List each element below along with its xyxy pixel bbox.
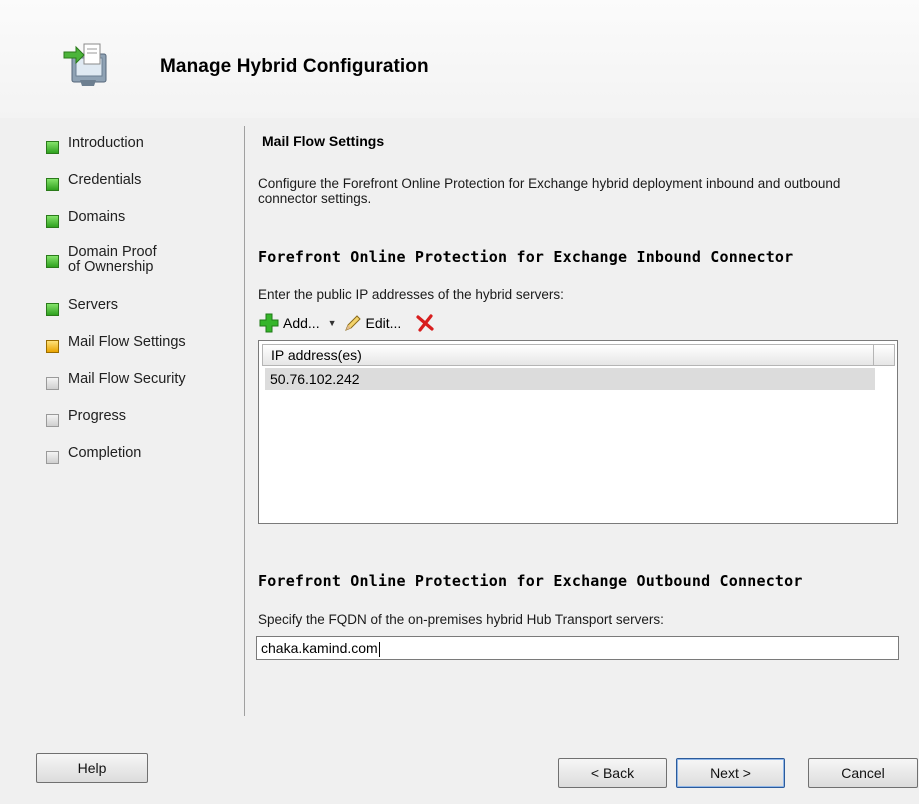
step-label: Introduction bbox=[68, 135, 144, 151]
help-button[interactable]: Help bbox=[36, 753, 148, 783]
step-label: Credentials bbox=[68, 172, 142, 188]
section-description: Configure the Forefront Online Protectio… bbox=[258, 176, 841, 206]
step-current-icon bbox=[46, 340, 59, 353]
step-done-icon bbox=[46, 215, 59, 228]
add-button[interactable]: Add... bbox=[258, 312, 320, 334]
fqdn-value: chaka.kamind.com bbox=[261, 640, 378, 656]
fqdn-input[interactable]: chaka.kamind.com bbox=[256, 636, 899, 660]
text-caret bbox=[378, 641, 380, 657]
column-header-filler bbox=[874, 344, 895, 366]
step-label: Mail Flow Settings bbox=[68, 334, 186, 350]
step-mail-flow-security: Mail Flow Security bbox=[46, 372, 236, 409]
inbound-toolbar: Add... ▼ Edit... bbox=[258, 311, 435, 335]
step-done-icon bbox=[46, 255, 59, 268]
step-introduction: Introduction bbox=[46, 136, 236, 173]
edit-label: Edit... bbox=[365, 315, 402, 331]
step-progress: Progress bbox=[46, 409, 236, 446]
add-icon bbox=[259, 313, 279, 333]
wizard-title: Manage Hybrid Configuration bbox=[160, 56, 429, 77]
add-label: Add... bbox=[283, 315, 320, 331]
step-label: Domains bbox=[68, 209, 126, 225]
back-button[interactable]: < Back bbox=[558, 758, 667, 788]
step-domain-proof-of-ownership: Domain Proof of Ownership bbox=[46, 240, 236, 298]
cancel-button[interactable]: Cancel bbox=[808, 758, 918, 788]
step-pending-icon bbox=[46, 414, 59, 427]
step-done-icon bbox=[46, 178, 59, 191]
pencil-icon bbox=[344, 315, 361, 331]
step-domains: Domains bbox=[46, 210, 236, 240]
add-dropdown-arrow-icon[interactable]: ▼ bbox=[328, 318, 337, 328]
step-label: Progress bbox=[68, 408, 127, 424]
wizard-header bbox=[0, 0, 919, 118]
step-done-icon bbox=[46, 303, 59, 316]
step-mail-flow-settings: Mail Flow Settings bbox=[46, 335, 236, 372]
step-pending-icon bbox=[46, 451, 59, 464]
step-completion: Completion bbox=[46, 446, 236, 483]
inbound-connector-heading: Forefront Online Protection for Exchange… bbox=[258, 248, 794, 266]
outbound-fqdn-label: Specify the FQDN of the on-premises hybr… bbox=[258, 612, 664, 627]
section-title: Mail Flow Settings bbox=[262, 133, 385, 149]
wizard-step-list: Introduction Credentials Domains Domain … bbox=[46, 136, 236, 483]
step-credentials: Credentials bbox=[46, 173, 236, 210]
ip-address-column-header[interactable]: IP address(es) bbox=[262, 344, 874, 366]
inbound-ip-label: Enter the public IP addresses of the hyb… bbox=[258, 287, 564, 302]
step-label: Mail Flow Security bbox=[68, 371, 186, 387]
step-label: Servers bbox=[68, 297, 118, 313]
delete-icon[interactable] bbox=[415, 313, 435, 333]
list-item[interactable]: 50.76.102.242 bbox=[265, 368, 875, 390]
outbound-connector-heading: Forefront Online Protection for Exchange… bbox=[258, 572, 803, 590]
edit-button[interactable]: Edit... bbox=[343, 313, 402, 333]
step-servers: Servers bbox=[46, 298, 236, 335]
panel-divider bbox=[244, 126, 245, 716]
next-button[interactable]: Next > bbox=[676, 758, 785, 788]
hybrid-configuration-icon bbox=[63, 43, 107, 86]
ip-address-list[interactable]: IP address(es) 50.76.102.242 bbox=[258, 340, 898, 524]
step-done-icon bbox=[46, 141, 59, 154]
step-label: Completion bbox=[68, 445, 142, 461]
step-pending-icon bbox=[46, 377, 59, 390]
step-label: Domain Proof of Ownership bbox=[68, 244, 157, 275]
